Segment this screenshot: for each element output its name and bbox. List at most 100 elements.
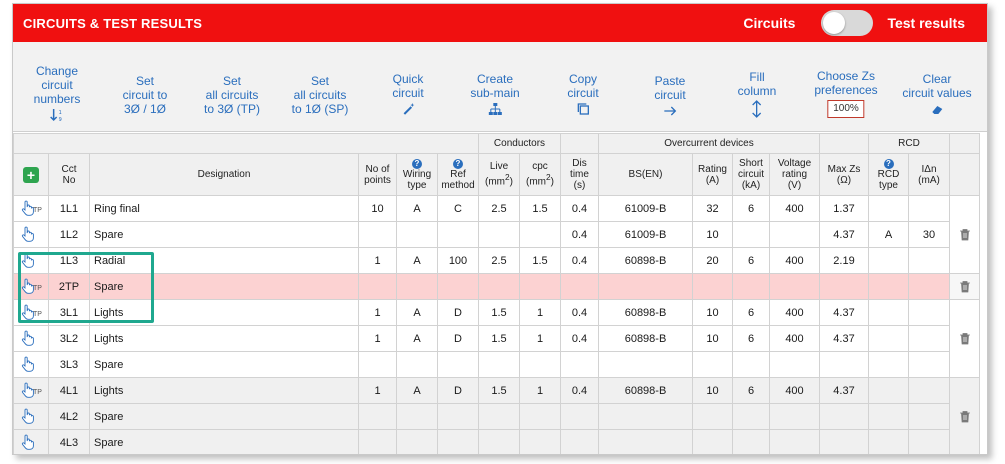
table-row[interactable]: 4L3 Spare (13, 429, 980, 454)
cell-idn[interactable] (908, 377, 950, 404)
cell-wiring[interactable]: A (396, 299, 438, 326)
hand-pointer-icon[interactable]: TP (19, 382, 43, 400)
cell-live[interactable]: 1.5 (478, 377, 520, 404)
zs-preference-value[interactable]: 100% (827, 100, 865, 118)
table-row[interactable]: TP 1L1 Ring final 10 A C 2.5 1.5 0.4 61009-B 32 6 40… (13, 195, 980, 274)
cell-voltage[interactable] (769, 429, 820, 454)
cell-short[interactable] (732, 221, 770, 248)
cell-voltage[interactable]: 400 (769, 377, 820, 404)
cell-idn[interactable] (908, 195, 950, 222)
cell-idn[interactable]: 30 (908, 221, 950, 248)
cell-short[interactable]: 6 (732, 299, 770, 326)
cell-wiring[interactable] (396, 429, 438, 454)
table-row[interactable]: 1L2 Spare 0.4 61009-B 10 4.37 A 30 (13, 221, 980, 248)
cell-rating[interactable]: 10 (692, 221, 733, 248)
cell-bsen[interactable]: 61009-B (598, 221, 693, 248)
cell-points[interactable]: 1 (358, 325, 397, 352)
cell-live[interactable]: 2.5 (478, 195, 520, 222)
cell-bsen[interactable] (598, 429, 693, 454)
row-select-cell[interactable]: TP (13, 273, 49, 300)
hand-pointer-icon[interactable] (19, 356, 43, 374)
row-select-cell[interactable]: TP (13, 195, 49, 222)
cell-points[interactable] (358, 351, 397, 378)
cell-dis[interactable]: 0.4 (560, 247, 599, 274)
help-icon[interactable]: ? (412, 159, 422, 169)
cell-designation[interactable]: Spare (89, 429, 359, 454)
cell-dis[interactable]: 0.4 (560, 195, 599, 222)
cell-voltage[interactable]: 400 (769, 325, 820, 352)
cell-ref[interactable]: D (437, 299, 479, 326)
cell-voltage[interactable] (769, 403, 820, 430)
cell-cpc[interactable] (519, 221, 561, 248)
cell-designation[interactable]: Spare (89, 351, 359, 378)
cell-cpc[interactable]: 1.5 (519, 195, 561, 222)
cell-idn[interactable] (908, 325, 950, 352)
cell-cpc[interactable]: 1 (519, 325, 561, 352)
cell-cpc[interactable] (519, 273, 561, 300)
create-sub-main-button[interactable]: Create sub-main (470, 72, 520, 116)
cell-rating[interactable] (692, 273, 733, 300)
cell-points[interactable] (358, 273, 397, 300)
cell-maxzs[interactable] (819, 403, 869, 430)
set-circuit-phase-button[interactable]: Set circuit to 3Ø / 1Ø (123, 74, 168, 116)
cell-rating[interactable] (692, 403, 733, 430)
cell-points[interactable] (358, 429, 397, 454)
cell-maxzs[interactable] (819, 351, 869, 378)
cell-points[interactable]: 1 (358, 299, 397, 326)
cell-rcdtype[interactable] (868, 351, 909, 378)
table-row[interactable]: 1L3 Radial 1 A 100 2.5 1.5 0.4 60898-B 20 6 400 2.19 (13, 247, 980, 274)
quick-circuit-button[interactable]: Quick circuit (392, 72, 424, 116)
cell-live[interactable] (478, 273, 520, 300)
cell-bsen[interactable]: 61009-B (598, 195, 693, 222)
row-select-cell[interactable]: TP (13, 377, 49, 404)
cell-ref[interactable] (437, 403, 479, 430)
cell-cct[interactable]: 3L2 (48, 325, 90, 352)
cell-ref[interactable] (437, 273, 479, 300)
cell-cpc[interactable]: 1 (519, 299, 561, 326)
cell-ref[interactable]: C (437, 195, 479, 222)
table-row[interactable]: TP 2TP Spare (13, 273, 980, 300)
cell-maxzs[interactable] (819, 273, 869, 300)
cell-points[interactable] (358, 221, 397, 248)
cell-points[interactable]: 1 (358, 377, 397, 404)
cell-designation[interactable]: Lights (89, 325, 359, 352)
copy-circuit-button[interactable]: Copy circuit (567, 72, 599, 116)
cell-live[interactable]: 2.5 (478, 247, 520, 274)
cell-rcdtype[interactable] (868, 377, 909, 404)
cell-dis[interactable]: 0.4 (560, 377, 599, 404)
cell-designation[interactable]: Spare (89, 273, 359, 300)
trash-icon[interactable] (959, 410, 971, 423)
cell-rcdtype[interactable] (868, 273, 909, 300)
help-icon[interactable]: ? (453, 159, 463, 169)
clear-circuit-values-button[interactable]: Clear circuit values (902, 72, 972, 116)
cell-live[interactable] (478, 351, 520, 378)
cell-points[interactable]: 10 (358, 195, 397, 222)
cell-rcdtype[interactable] (868, 247, 909, 274)
set-all-tp-button[interactable]: Set all circuits to 3Ø (TP) (204, 74, 260, 116)
cell-ref[interactable]: D (437, 377, 479, 404)
cell-bsen[interactable]: 60898-B (598, 247, 693, 274)
cell-short[interactable] (732, 273, 770, 300)
add-circuit-button[interactable]: + (23, 166, 39, 183)
cell-cpc[interactable] (519, 351, 561, 378)
cell-short[interactable] (732, 403, 770, 430)
cell-dis[interactable]: 0.4 (560, 221, 599, 248)
cell-cct[interactable]: 3L1 (48, 299, 90, 326)
cell-rating[interactable]: 10 (692, 377, 733, 404)
cell-wiring[interactable]: A (396, 195, 438, 222)
cell-rating[interactable] (692, 429, 733, 454)
table-row[interactable]: TP 4L1 Lights 1 A D 1.5 1 0.4 60898-B 10 6 400 4.37 (13, 377, 980, 454)
cell-short[interactable] (732, 351, 770, 378)
cell-voltage[interactable] (769, 351, 820, 378)
cell-dis[interactable] (560, 351, 599, 378)
cell-cpc[interactable] (519, 429, 561, 454)
cell-dis[interactable] (560, 403, 599, 430)
hand-pointer-icon[interactable] (19, 226, 43, 244)
cell-bsen[interactable]: 60898-B (598, 299, 693, 326)
cell-dis[interactable] (560, 429, 599, 454)
cell-live[interactable]: 1.5 (478, 325, 520, 352)
help-icon[interactable]: ? (883, 159, 894, 169)
row-select-cell[interactable] (13, 403, 49, 430)
cell-live[interactable]: 1.5 (478, 299, 520, 326)
cell-cct[interactable]: 4L2 (48, 403, 90, 430)
